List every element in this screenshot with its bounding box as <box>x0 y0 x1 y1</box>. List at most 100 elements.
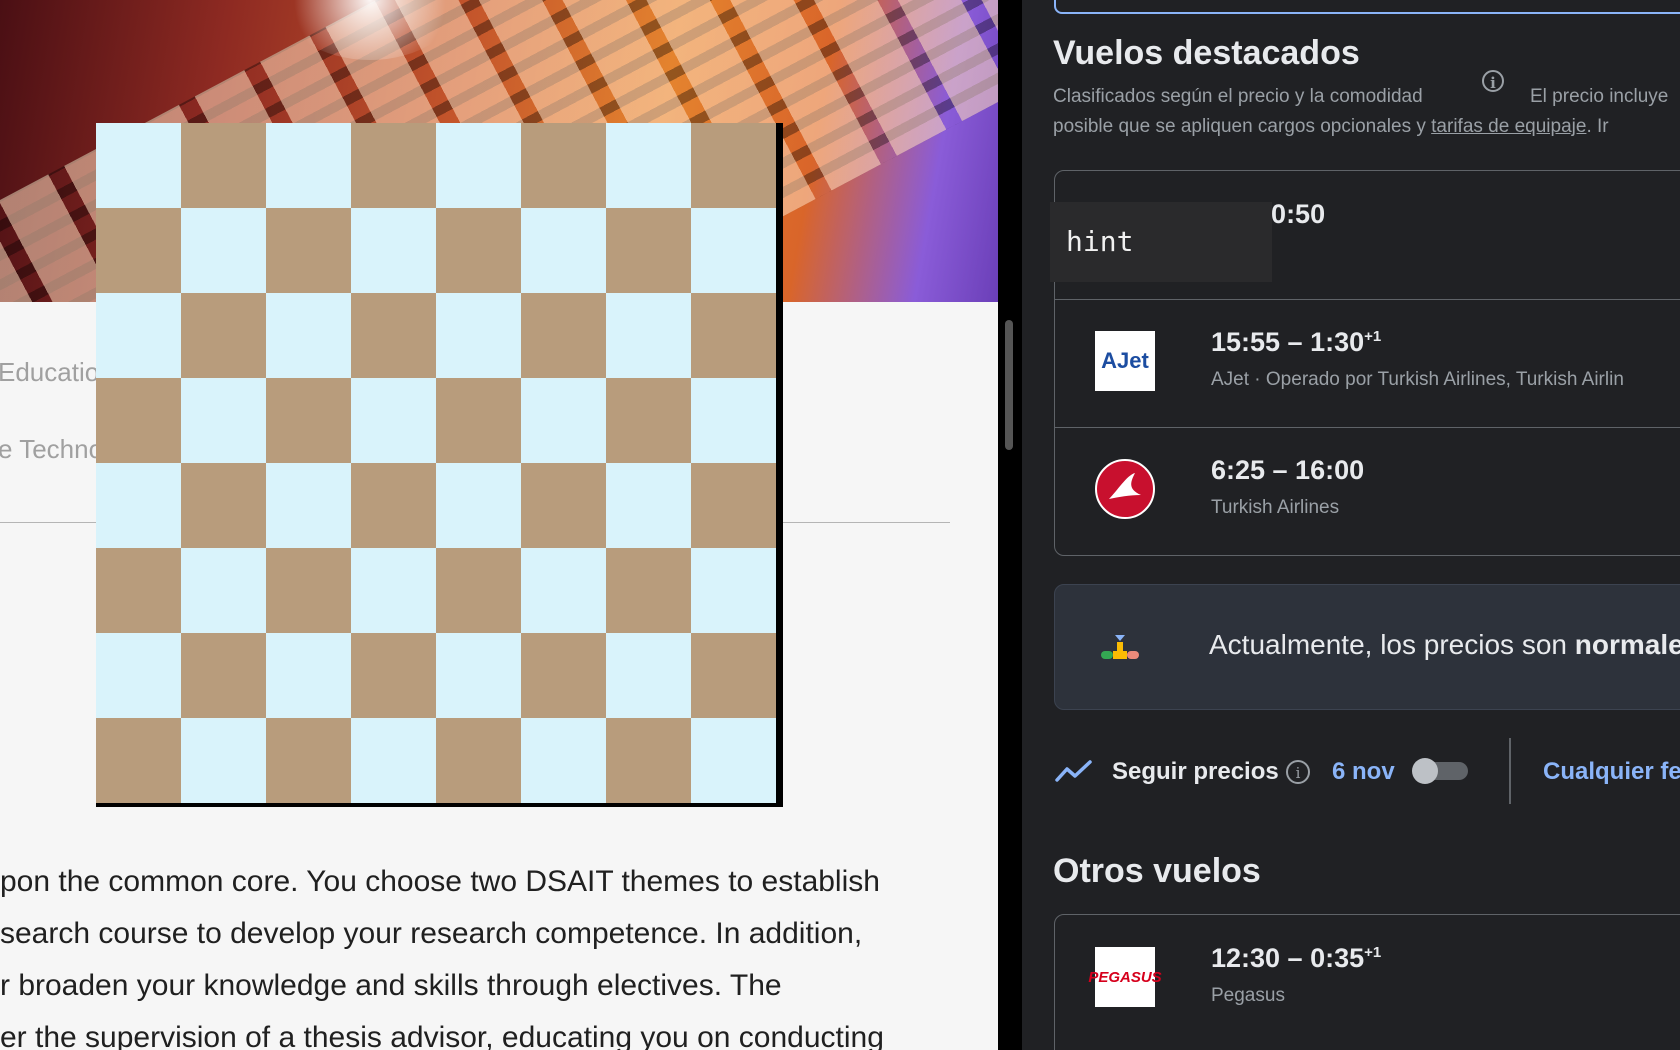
chess-square[interactable] <box>351 293 436 378</box>
chess-square[interactable] <box>691 123 776 208</box>
chess-square[interactable] <box>266 123 351 208</box>
fees-notice: posible que se apliquen cargos opcionale… <box>1053 116 1609 138</box>
chess-square[interactable] <box>606 123 691 208</box>
chess-square[interactable] <box>181 548 266 633</box>
chessboard-overlay[interactable] <box>96 123 783 807</box>
chess-square[interactable] <box>351 463 436 548</box>
flight-row[interactable]: AJet 15:55 – 1:30+1 AJet · Operado por T… <box>1055 299 1680 427</box>
chess-square[interactable] <box>521 208 606 293</box>
chess-square[interactable] <box>606 378 691 463</box>
chess-square[interactable] <box>691 208 776 293</box>
chess-square[interactable] <box>181 718 266 803</box>
chess-square[interactable] <box>521 293 606 378</box>
chess-square[interactable] <box>691 633 776 718</box>
chess-square[interactable] <box>351 548 436 633</box>
chess-square[interactable] <box>266 548 351 633</box>
chess-square[interactable] <box>181 293 266 378</box>
chess-square[interactable] <box>266 378 351 463</box>
scrollbar-thumb[interactable] <box>1005 320 1013 450</box>
flight-row[interactable]: PEGASUS 12:30 – 0:35+1 Pegasus <box>1055 915 1680 1043</box>
flight-times-text: 12:30 – 0:35 <box>1211 943 1365 973</box>
chess-square[interactable] <box>436 463 521 548</box>
chess-square[interactable] <box>521 378 606 463</box>
chess-square[interactable] <box>606 548 691 633</box>
chess-square[interactable] <box>436 123 521 208</box>
chess-square[interactable] <box>521 718 606 803</box>
chess-square[interactable] <box>436 378 521 463</box>
chess-square[interactable] <box>606 633 691 718</box>
chess-square[interactable] <box>606 718 691 803</box>
pegasus-logo-icon: PEGASUS <box>1088 947 1162 1007</box>
chess-square[interactable] <box>96 463 181 548</box>
chess-square[interactable] <box>691 463 776 548</box>
chess-square[interactable] <box>351 718 436 803</box>
chess-square[interactable] <box>606 463 691 548</box>
chess-square[interactable] <box>266 718 351 803</box>
chess-square[interactable] <box>521 463 606 548</box>
chess-square[interactable] <box>96 548 181 633</box>
search-field-edge[interactable] <box>1054 0 1680 14</box>
chessboard-grid[interactable] <box>96 123 776 803</box>
flight-times: 6:25 – 16:00 <box>1211 455 1365 485</box>
chess-square[interactable] <box>521 633 606 718</box>
chess-square[interactable] <box>96 208 181 293</box>
toggle-knob <box>1412 758 1438 784</box>
price-includes-text: El precio incluye <box>1530 86 1669 107</box>
chess-square[interactable] <box>96 633 181 718</box>
flight-row[interactable]: 6:25 – 16:00 Turkish Airlines <box>1055 427 1680 555</box>
chess-square[interactable] <box>96 378 181 463</box>
chess-square[interactable] <box>351 208 436 293</box>
chess-square[interactable] <box>436 208 521 293</box>
flight-times: 12:30 – 0:35+1 <box>1211 943 1381 974</box>
program-line-education: Educatio <box>0 357 100 387</box>
turkish-airlines-logo-icon <box>1095 459 1155 519</box>
chess-square[interactable] <box>351 378 436 463</box>
chess-square[interactable] <box>436 293 521 378</box>
featured-flights-title: Vuelos destacados <box>1053 34 1360 72</box>
info-icon[interactable]: i <box>1482 70 1504 92</box>
chess-square[interactable] <box>96 123 181 208</box>
baggage-fees-link[interactable]: tarifas de equipaje <box>1431 116 1586 137</box>
flight-airline: AJet · Operado por Turkish Airlines, Tur… <box>1211 369 1624 390</box>
chess-square[interactable] <box>181 378 266 463</box>
price-insight-card[interactable]: Actualmente, los precios son normales <box>1054 584 1680 710</box>
chess-square[interactable] <box>181 463 266 548</box>
chess-square[interactable] <box>96 293 181 378</box>
chess-square[interactable] <box>436 633 521 718</box>
chess-square[interactable] <box>266 208 351 293</box>
chess-square[interactable] <box>691 548 776 633</box>
track-prices-label: Seguir precios <box>1112 758 1279 785</box>
chess-square[interactable] <box>181 633 266 718</box>
track-prices-row: Seguir precios i 6 nov Cualquier fe <box>1054 738 1680 804</box>
chess-square[interactable] <box>266 293 351 378</box>
chess-square[interactable] <box>521 123 606 208</box>
chess-square[interactable] <box>96 718 181 803</box>
chess-square[interactable] <box>351 123 436 208</box>
chess-square[interactable] <box>351 633 436 718</box>
chess-square[interactable] <box>266 463 351 548</box>
chess-square[interactable] <box>266 633 351 718</box>
fees-notice-text: posible que se apliquen cargos opcionale… <box>1053 116 1432 137</box>
chess-square[interactable] <box>436 718 521 803</box>
chess-square[interactable] <box>606 208 691 293</box>
price-level-icon <box>1101 635 1139 659</box>
chess-square[interactable] <box>181 208 266 293</box>
chess-square[interactable] <box>691 293 776 378</box>
chess-square[interactable] <box>521 548 606 633</box>
info-icon[interactable]: i <box>1286 760 1310 784</box>
chess-square[interactable] <box>606 293 691 378</box>
program-description: pon the common core. You choose two DSAI… <box>0 856 990 1050</box>
track-prices-toggle[interactable] <box>1412 758 1468 784</box>
chess-square[interactable] <box>691 718 776 803</box>
price-status-text: Actualmente, los precios son normales <box>1209 629 1680 661</box>
chess-square[interactable] <box>691 378 776 463</box>
chess-square[interactable] <box>181 123 266 208</box>
trend-icon <box>1055 760 1092 782</box>
paragraph-line: pon the common core. You choose two DSAI… <box>0 865 880 898</box>
scrollbar-track[interactable] <box>998 0 1022 1050</box>
chess-square[interactable] <box>436 548 521 633</box>
any-date-link[interactable]: Cualquier fe <box>1543 758 1680 786</box>
fees-notice-tail: . Ir <box>1586 116 1609 137</box>
flight-times: 15:55 – 1:30+1 <box>1211 327 1381 358</box>
track-date: 6 nov <box>1332 758 1395 785</box>
